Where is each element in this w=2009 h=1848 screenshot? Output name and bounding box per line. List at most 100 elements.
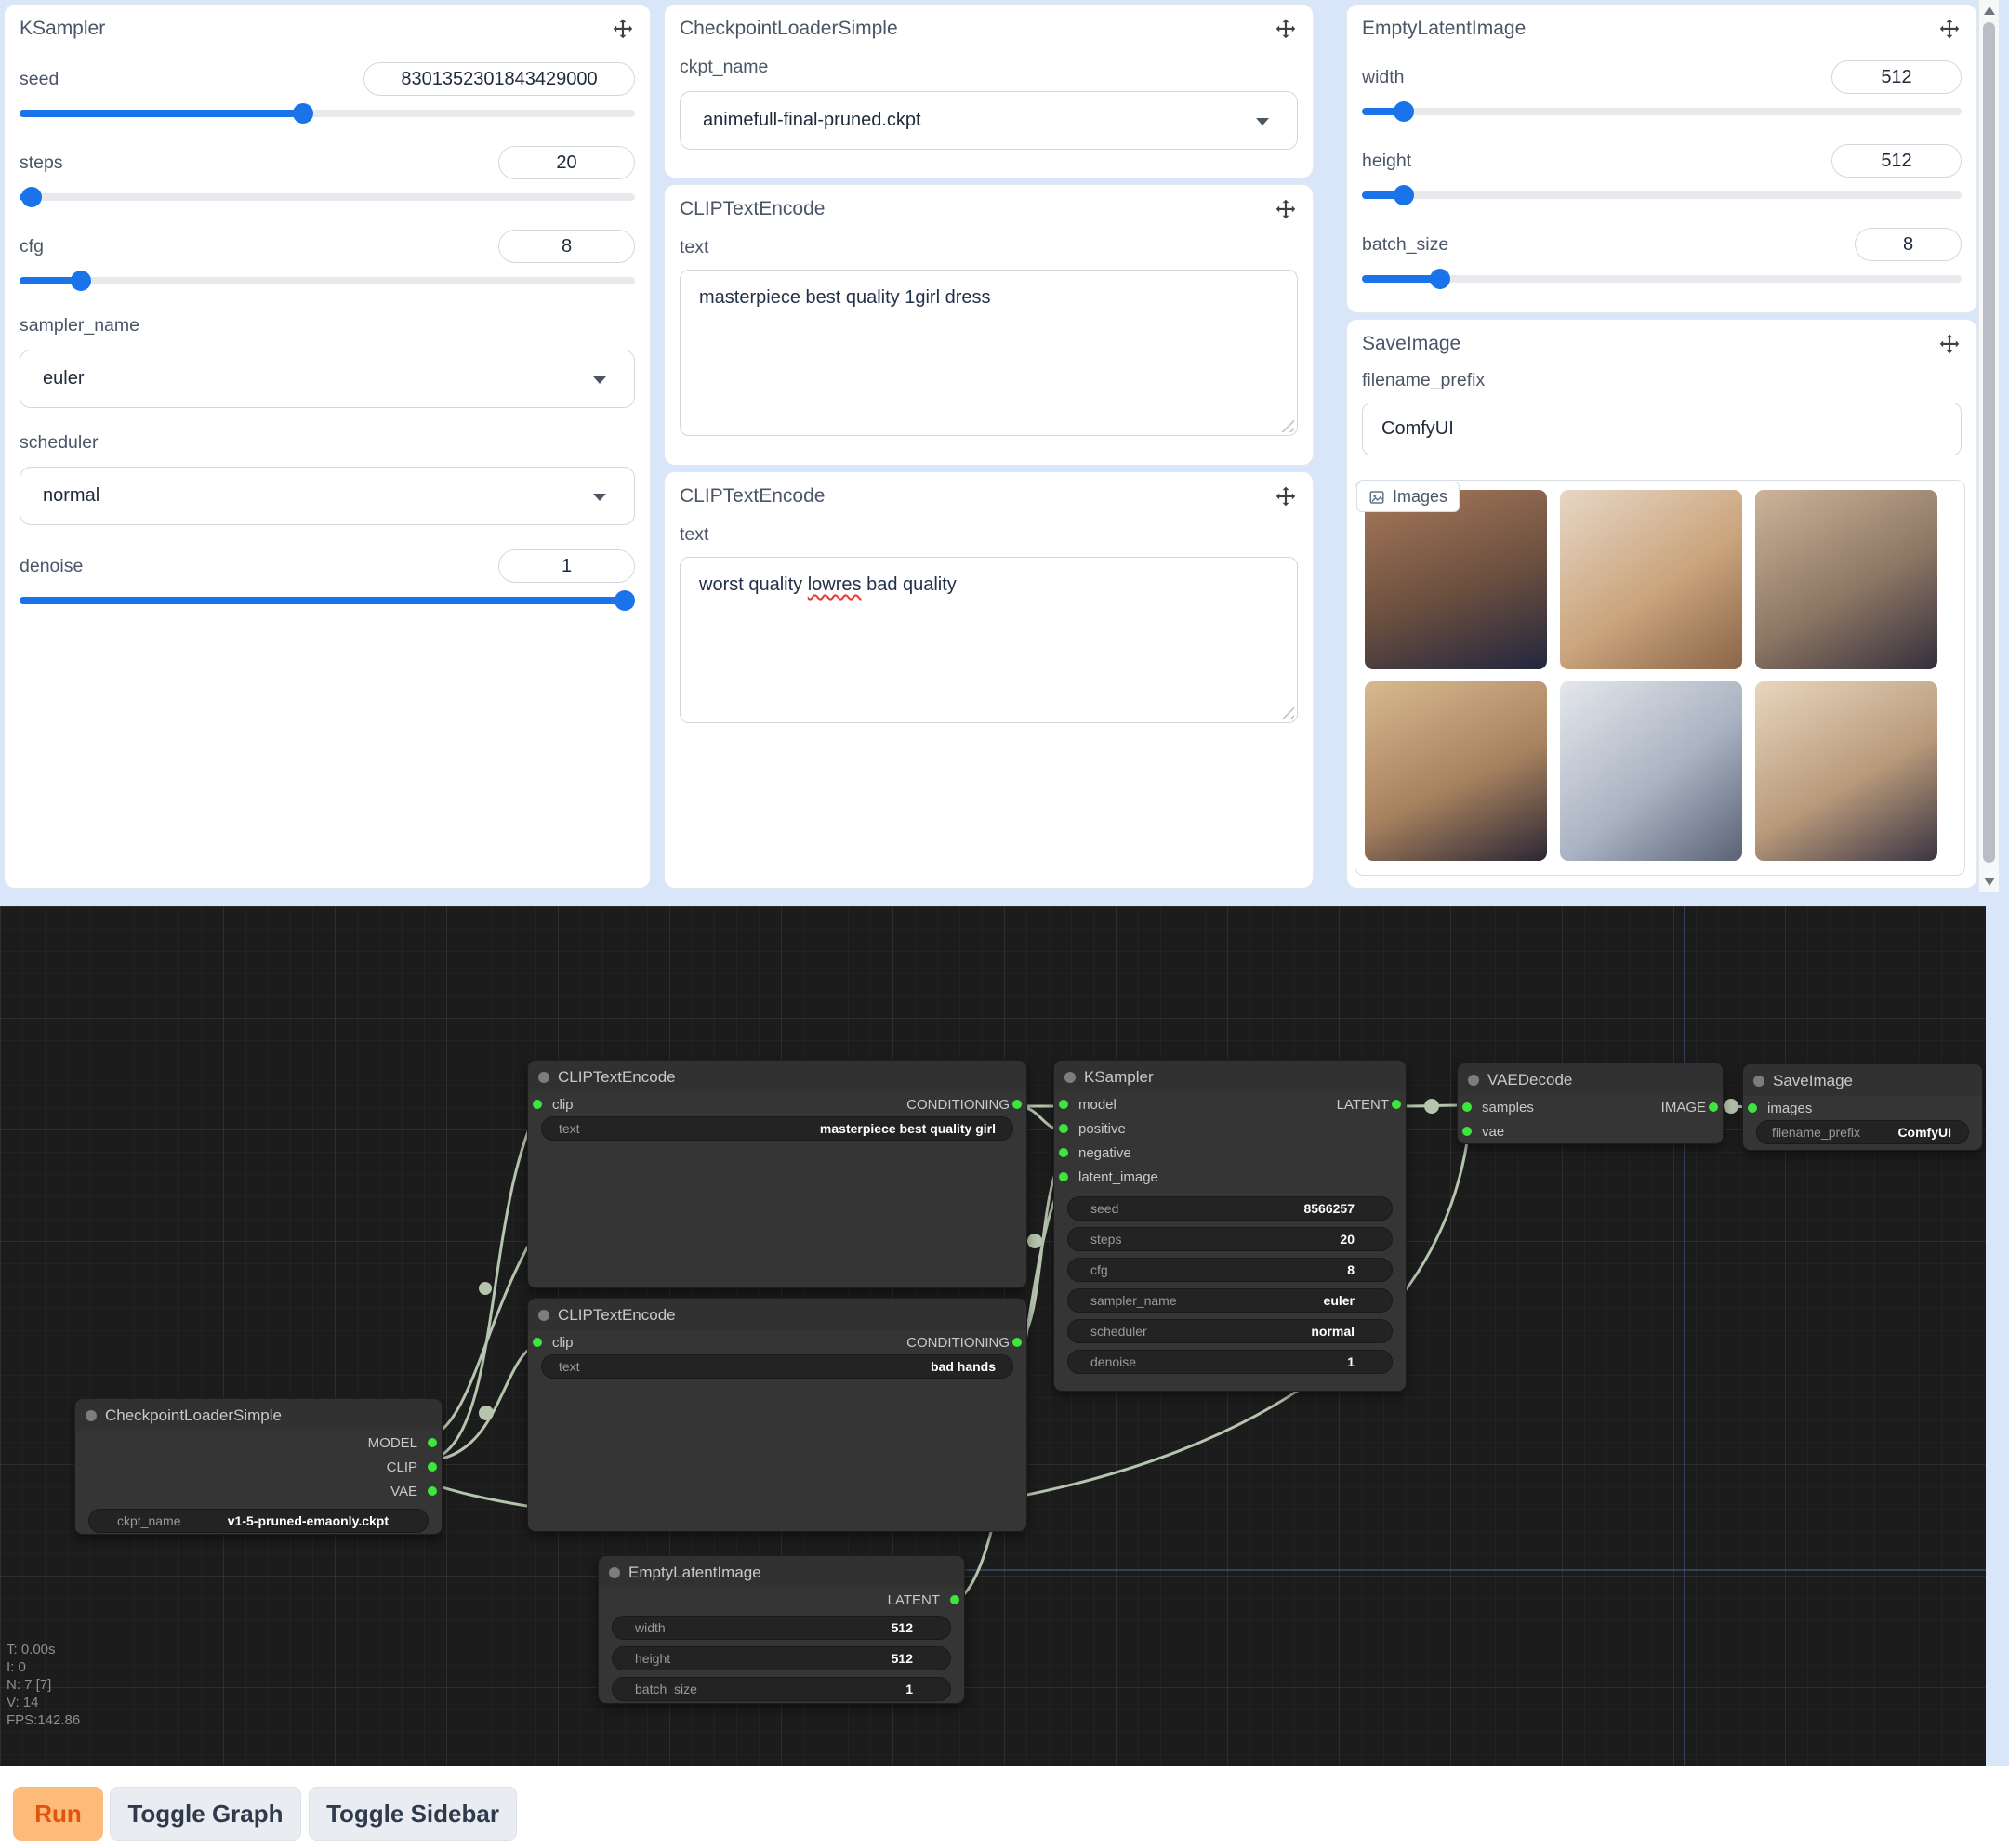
node-header[interactable]: VAEDecode [1458,1063,1723,1095]
ckpt-name-select[interactable]: animefull-final-pruned.ckpt [680,91,1298,150]
slider-track[interactable] [20,193,635,201]
slider-track[interactable] [1362,191,1962,199]
output-port-latent[interactable] [1392,1100,1401,1109]
node-header[interactable]: CLIPTextEncode [528,1299,1026,1330]
slider-track[interactable] [20,277,635,284]
generated-image-5[interactable] [1560,681,1742,861]
generated-image-4[interactable] [1365,681,1547,861]
filename-prefix-input[interactable]: ComfyUI [1362,403,1962,455]
output-port-latent[interactable] [950,1595,959,1604]
cfg-slider[interactable] [20,271,635,291]
collapse-dot-icon[interactable] [1468,1075,1479,1086]
slider-thumb[interactable] [71,271,91,291]
height-widget[interactable]: height512 [612,1646,951,1670]
graph-node-clip-text-encode-positive[interactable]: CLIPTextEncode clipCONDITIONING textmast… [527,1060,1027,1288]
toggle-sidebar-button[interactable]: Toggle Sidebar [309,1787,517,1841]
cfg-input[interactable]: 8 [498,230,635,263]
seed-widget[interactable]: seed8566257 [1067,1196,1393,1221]
scheduler-select[interactable]: normal [20,467,635,525]
steps-slider[interactable] [20,187,635,207]
output-port-vae[interactable] [428,1486,437,1496]
images-tab[interactable]: Images [1356,482,1460,512]
move-icon[interactable] [1274,198,1298,222]
batch-size-slider[interactable] [1362,269,1962,289]
width-slider[interactable] [1362,101,1962,122]
input-port-model[interactable] [1059,1100,1068,1109]
generated-image-6[interactable] [1755,681,1937,861]
run-button[interactable]: Run [13,1787,103,1841]
input-port-clip[interactable] [533,1338,542,1347]
scroll-up-icon[interactable] [1984,7,1995,15]
graph-node-ksampler[interactable]: KSampler modelLATENT positive negative l… [1053,1060,1407,1392]
text-widget[interactable]: textmasterpiece best quality girl [541,1116,1013,1141]
move-icon[interactable] [1937,18,1962,42]
move-icon[interactable] [1274,18,1298,42]
input-port-clip[interactable] [533,1100,542,1109]
move-icon[interactable] [611,18,635,42]
slider-thumb[interactable] [1394,101,1414,122]
output-port-model[interactable] [428,1438,437,1447]
collapse-dot-icon[interactable] [609,1567,620,1578]
input-port-vae[interactable] [1462,1127,1472,1136]
graph-node-checkpoint-loader[interactable]: CheckpointLoaderSimple MODEL CLIP VAE ck… [74,1398,443,1535]
steps-input[interactable]: 20 [498,146,635,179]
collapse-dot-icon[interactable] [538,1310,549,1321]
graph-node-clip-text-encode-negative[interactable]: CLIPTextEncode clipCONDITIONING textbad … [527,1298,1027,1532]
collapse-dot-icon[interactable] [538,1072,549,1083]
slider-thumb[interactable] [21,187,42,207]
positive-prompt-textarea[interactable]: masterpiece best quality 1girl dress [680,270,1298,436]
slider-track[interactable] [1362,108,1962,115]
input-port-negative[interactable] [1059,1148,1068,1157]
denoise-widget[interactable]: denoise1 [1067,1350,1393,1374]
slider-thumb[interactable] [293,103,313,124]
slider-thumb[interactable] [615,590,635,611]
denoise-slider[interactable] [20,590,635,611]
collapse-dot-icon[interactable] [86,1410,97,1421]
generated-image-2[interactable] [1560,490,1742,669]
scrollbar-thumb[interactable] [1983,22,1995,863]
output-port-clip[interactable] [428,1462,437,1472]
generated-image-1[interactable] [1365,490,1547,669]
filename-prefix-widget[interactable]: filename_prefixComfyUI [1756,1120,1969,1144]
resize-handle-icon[interactable] [1281,706,1294,719]
seed-input[interactable]: 8301352301843429000 [363,62,635,96]
scroll-down-icon[interactable] [1984,878,1995,886]
input-port-latent-image[interactable] [1059,1172,1068,1181]
options-scrollbar[interactable] [1978,0,1999,892]
graph-node-empty-latent-image[interactable]: EmptyLatentImage LATENT width512 height5… [598,1555,965,1704]
sampler-name-select[interactable]: euler [20,350,635,408]
node-graph-canvas[interactable]: CLIPTextEncode clipCONDITIONING textmast… [0,906,1986,1766]
graph-node-vae-decode[interactable]: VAEDecode samplesIMAGE vae [1457,1063,1724,1144]
batch-size-widget[interactable]: batch_size1 [612,1677,951,1701]
batch-size-input[interactable]: 8 [1855,228,1962,261]
graph-node-save-image[interactable]: SaveImage images filename_prefixComfyUI [1742,1063,1983,1151]
move-icon[interactable] [1274,485,1298,509]
height-input[interactable]: 512 [1831,144,1962,178]
move-icon[interactable] [1937,333,1962,357]
scheduler-widget[interactable]: schedulernormal [1067,1319,1393,1343]
ckpt-name-widget[interactable]: ckpt_namev1-5-pruned-emaonly.ckpt [88,1509,429,1533]
slider-thumb[interactable] [1394,185,1414,205]
input-port-positive[interactable] [1059,1124,1068,1133]
height-slider[interactable] [1362,185,1962,205]
text-widget[interactable]: textbad hands [541,1354,1013,1379]
input-port-images[interactable] [1748,1103,1757,1113]
sampler-name-widget[interactable]: sampler_nameeuler [1067,1288,1393,1313]
width-widget[interactable]: width512 [612,1616,951,1640]
resize-handle-icon[interactable] [1281,419,1294,432]
collapse-dot-icon[interactable] [1753,1076,1764,1087]
generated-image-3[interactable] [1755,490,1937,669]
node-header[interactable]: SaveImage [1743,1064,1982,1096]
node-header[interactable]: EmptyLatentImage [599,1556,964,1588]
collapse-dot-icon[interactable] [1064,1072,1076,1083]
negative-prompt-textarea[interactable]: worst quality lowres bad quality [680,557,1298,723]
slider-track[interactable] [1362,275,1962,283]
input-port-samples[interactable] [1462,1102,1472,1112]
node-header[interactable]: KSampler [1054,1061,1406,1092]
output-port-conditioning[interactable] [1012,1100,1022,1109]
node-header[interactable]: CheckpointLoaderSimple [75,1399,442,1431]
width-input[interactable]: 512 [1831,60,1962,94]
output-port-conditioning[interactable] [1012,1338,1022,1347]
seed-slider[interactable] [20,103,635,124]
cfg-widget[interactable]: cfg8 [1067,1258,1393,1282]
